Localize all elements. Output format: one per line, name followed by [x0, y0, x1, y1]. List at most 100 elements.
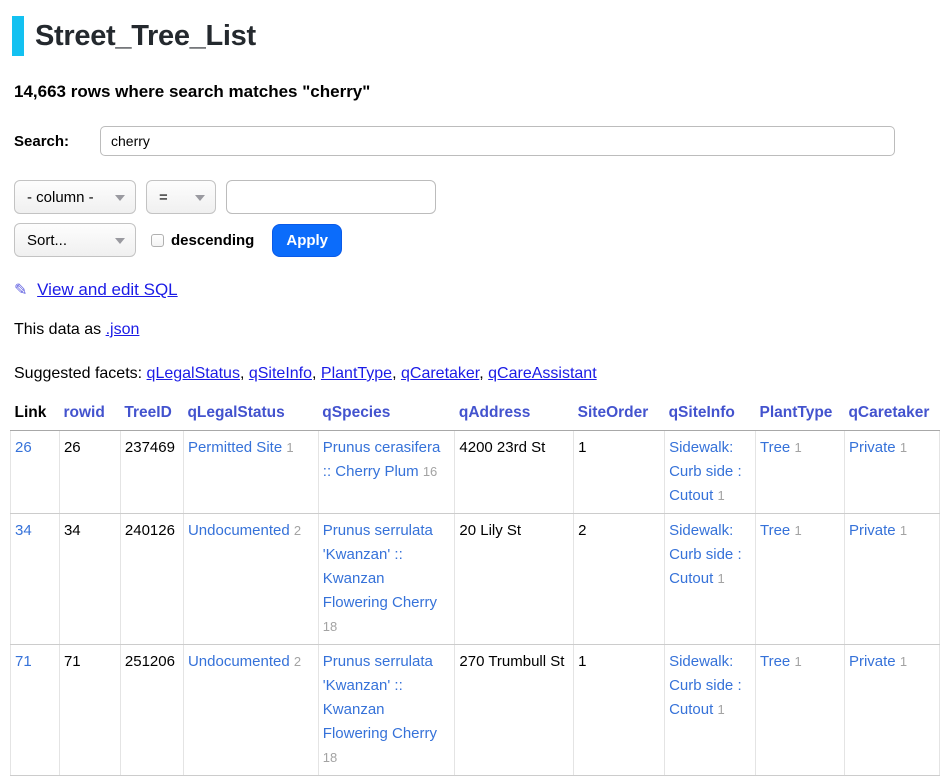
facet-count: 18	[323, 750, 337, 765]
json-export-link[interactable]: .json	[106, 321, 140, 338]
cell-link[interactable]: Undocumented	[188, 653, 290, 670]
column-sort-link-qSiteInfo[interactable]: qSiteInfo	[669, 404, 735, 421]
cell-link[interactable]: Sidewalk: Curb side : Cutout	[669, 439, 742, 504]
facet-separator: ,	[392, 365, 396, 382]
operator-select[interactable]: =	[146, 180, 216, 214]
cell-qCaretaker: Private 1	[844, 431, 939, 514]
facets-label: Suggested facets:	[14, 365, 142, 382]
column-sort-link-qAddress[interactable]: qAddress	[459, 404, 531, 421]
filter-value-input[interactable]	[226, 180, 436, 214]
cell-TreeID: 237469	[120, 431, 183, 514]
cell-rowid: 34	[59, 514, 120, 645]
cell-value: 1	[578, 439, 586, 456]
cell-link[interactable]: Prunus serrulata 'Kwanzan' :: Kwanzan Fl…	[323, 522, 437, 611]
cell-link[interactable]: Private	[849, 522, 896, 539]
facet-count: 1	[900, 440, 907, 455]
cell-link[interactable]: Permitted Site	[188, 439, 282, 456]
descending-checkbox[interactable]	[151, 234, 164, 247]
cell-link[interactable]: 34	[15, 522, 32, 539]
cell-SiteOrder: 1	[574, 431, 665, 514]
column-select[interactable]: - column -	[14, 180, 136, 214]
facet-separator: ,	[240, 365, 244, 382]
cell-link[interactable]: Undocumented	[188, 522, 290, 539]
cell-qLegalStatus: Undocumented 2	[183, 645, 318, 776]
sql-row: ✎ View and edit SQL	[14, 280, 940, 300]
table-row: 2626237469Permitted Site 1Prunus cerasif…	[11, 431, 940, 514]
cell-link[interactable]: Tree	[760, 522, 790, 539]
cell-link[interactable]: Tree	[760, 653, 790, 670]
descending-label: descending	[171, 232, 254, 249]
facet-link-qCareAssistant[interactable]: qCareAssistant	[488, 365, 597, 382]
cell-value: 4200 23rd St	[459, 439, 545, 456]
cell-value: 34	[64, 522, 81, 539]
column-sort-link-TreeID[interactable]: TreeID	[124, 404, 171, 421]
cell-link[interactable]: Prunus serrulata 'Kwanzan' :: Kwanzan Fl…	[323, 653, 437, 742]
apply-button[interactable]: Apply	[272, 224, 342, 257]
cell-Link: 34	[11, 514, 60, 645]
cell-qSpecies: Prunus cerasifera :: Cherry Plum 16	[318, 431, 455, 514]
cell-value: 240126	[125, 522, 175, 539]
table-body: 2626237469Permitted Site 1Prunus cerasif…	[11, 431, 940, 776]
pencil-icon: ✎	[14, 282, 27, 299]
facet-links: qLegalStatus, qSiteInfo, PlantType, qCar…	[147, 365, 597, 382]
column-sort-link-SiteOrder[interactable]: SiteOrder	[578, 404, 649, 421]
cell-Link: 26	[11, 431, 60, 514]
facet-count: 1	[717, 702, 724, 717]
row-count-summary: 14,663 rows where search matches "cherry…	[14, 82, 940, 102]
cell-link[interactable]: Private	[849, 653, 896, 670]
data-as-label: This data as	[14, 321, 101, 338]
cell-value: 71	[64, 653, 81, 670]
facet-count: 1	[900, 523, 907, 538]
facet-link-qLegalStatus[interactable]: qLegalStatus	[147, 365, 240, 382]
cell-qLegalStatus: Permitted Site 1	[183, 431, 318, 514]
column-sort-link-rowid[interactable]: rowid	[63, 404, 104, 421]
view-edit-sql-link[interactable]: View and edit SQL	[37, 280, 178, 299]
cell-link[interactable]: 71	[15, 653, 32, 670]
column-sort-link-PlantType[interactable]: PlantType	[759, 404, 832, 421]
table-header-row: LinkrowidTreeIDqLegalStatusqSpeciesqAddr…	[11, 400, 940, 431]
results-table: LinkrowidTreeIDqLegalStatusqSpeciesqAddr…	[10, 400, 940, 776]
column-header-qCaretaker: qCaretaker	[844, 400, 939, 431]
column-header-TreeID: TreeID	[120, 400, 183, 431]
cell-link[interactable]: Sidewalk: Curb side : Cutout	[669, 522, 742, 587]
cell-link[interactable]: Tree	[760, 439, 790, 456]
sort-select[interactable]: Sort...	[14, 223, 136, 257]
cell-TreeID: 240126	[120, 514, 183, 645]
facet-link-qSiteInfo[interactable]: qSiteInfo	[249, 365, 312, 382]
cell-value: 1	[578, 653, 586, 670]
cell-qAddress: 20 Lily St	[455, 514, 574, 645]
facet-link-PlantType[interactable]: PlantType	[321, 365, 392, 382]
cell-qSiteInfo: Sidewalk: Curb side : Cutout 1	[665, 431, 756, 514]
cell-link[interactable]: 26	[15, 439, 32, 456]
facet-link-qCaretaker[interactable]: qCaretaker	[401, 365, 479, 382]
column-sort-link-qCaretaker[interactable]: qCaretaker	[848, 404, 929, 421]
sort-form: Sort... descending Apply	[14, 223, 940, 257]
table-row: 3434240126Undocumented 2Prunus serrulata…	[11, 514, 940, 645]
column-sort-link-qSpecies[interactable]: qSpecies	[322, 404, 390, 421]
cell-SiteOrder: 1	[574, 645, 665, 776]
search-label: Search:	[14, 133, 100, 150]
column-header-qSiteInfo: qSiteInfo	[665, 400, 756, 431]
facet-count: 1	[717, 488, 724, 503]
cell-value: 26	[64, 439, 81, 456]
chevron-down-icon	[115, 195, 125, 201]
facet-count: 1	[794, 654, 801, 669]
column-select-value: - column -	[27, 189, 94, 206]
column-header-qAddress: qAddress	[455, 400, 574, 431]
sort-select-value: Sort...	[27, 232, 67, 249]
chevron-down-icon	[115, 238, 125, 244]
facet-count: 1	[286, 440, 293, 455]
cell-qSpecies: Prunus serrulata 'Kwanzan' :: Kwanzan Fl…	[318, 645, 455, 776]
filter-form: - column - =	[14, 180, 940, 214]
facet-count: 16	[423, 464, 437, 479]
page-title: Street_Tree_List	[12, 16, 940, 56]
operator-select-value: =	[159, 189, 168, 206]
chevron-down-icon	[195, 195, 205, 201]
suggested-facets-row: Suggested facets: qLegalStatus, qSiteInf…	[14, 365, 940, 383]
data-export-row: This data as .json	[14, 321, 940, 339]
cell-link[interactable]: Sidewalk: Curb side : Cutout	[669, 653, 742, 718]
column-header-rowid: rowid	[59, 400, 120, 431]
search-input[interactable]	[100, 126, 895, 156]
column-sort-link-qLegalStatus[interactable]: qLegalStatus	[187, 404, 284, 421]
cell-link[interactable]: Private	[849, 439, 896, 456]
